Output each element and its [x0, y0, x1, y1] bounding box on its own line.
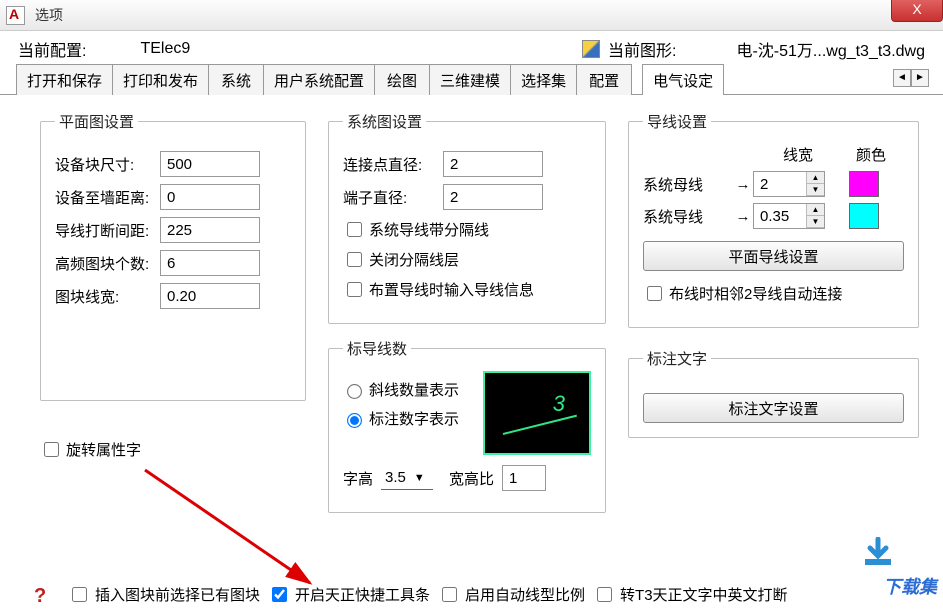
current-drawing-label: 当前图形: — [608, 37, 676, 61]
dim-legend: 标注文字 — [643, 348, 711, 369]
conn-dia-input[interactable] — [443, 151, 543, 177]
wire-group: 导线设置 线宽颜色 系统母线 → ▲▼ 系统导线 → ▲▼ 平面导线设置 布线时… — [628, 111, 919, 328]
lead-radio-slash-label: 斜线数量表示 — [369, 379, 459, 400]
dim-group: 标注文字 标注文字设置 — [628, 348, 919, 438]
rotate-attr-label: 旋转属性字 — [66, 439, 141, 460]
line-color-swatch[interactable] — [849, 203, 879, 229]
tab-6[interactable]: 选择集 — [510, 64, 577, 95]
system-group: 系统图设置 连接点直径: 端子直径: 系统导线带分隔线 关闭分隔线层 布置导线时… — [328, 111, 606, 324]
wire-row2-label: 系统导线 — [643, 206, 733, 227]
bottom-chk1[interactable] — [72, 587, 87, 602]
watermark-icon — [861, 537, 895, 567]
wall-dist-label: 设备至墙距离: — [55, 187, 160, 208]
bottom-chk2[interactable] — [272, 587, 287, 602]
sys-chk3[interactable] — [347, 282, 362, 297]
tab-2[interactable]: 系统 — [208, 64, 264, 95]
block-lw-input[interactable] — [160, 283, 260, 309]
arrow-icon: → — [733, 208, 753, 225]
wire-legend: 导线设置 — [643, 111, 711, 132]
bottom-chk1-label: 插入图块前选择已有图块 — [95, 584, 260, 605]
lead-radio-slash[interactable] — [347, 384, 362, 399]
auto-join-label: 布线时相邻2导线自动连接 — [669, 283, 842, 304]
lead-radio-number[interactable] — [347, 413, 362, 428]
close-button[interactable]: X — [891, 0, 943, 22]
bottom-chk4[interactable] — [597, 587, 612, 602]
lead-radio-number-label: 标注数字表示 — [369, 408, 459, 429]
help-icon[interactable]: ? — [34, 585, 54, 605]
tab-5[interactable]: 三维建模 — [429, 64, 511, 95]
conn-dia-label: 连接点直径: — [343, 154, 443, 175]
wire-col-width: 线宽 — [755, 144, 841, 165]
auto-join-checkbox[interactable] — [647, 286, 662, 301]
zh-select[interactable]: 3.5▼ — [381, 466, 433, 490]
bottom-chk4-label: 转T3天正文字中英文打断 — [620, 584, 788, 605]
current-config-label: 当前配置: — [18, 37, 86, 61]
bottom-options: ? 插入图块前选择已有图块 开启天正快捷工具条 启用自动线型比例 转T3天正文字… — [34, 584, 929, 605]
hf-blocks-input[interactable] — [160, 250, 260, 276]
kgb-input[interactable] — [502, 465, 546, 491]
app-icon — [6, 6, 25, 25]
tab-scroll-right[interactable]: ► — [911, 69, 929, 87]
term-dia-label: 端子直径: — [343, 187, 443, 208]
bottom-chk3[interactable] — [442, 587, 457, 602]
sys-chk1-label: 系统导线带分隔线 — [369, 219, 489, 240]
lead-preview: 3 — [483, 371, 591, 455]
zh-label: 字高 — [343, 468, 373, 489]
wall-dist-input[interactable] — [160, 184, 260, 210]
lead-legend: 标导线数 — [343, 338, 411, 359]
sys-chk2-label: 关闭分隔线层 — [369, 249, 459, 270]
wire-col-color: 颜色 — [841, 144, 901, 165]
tab-0[interactable]: 打开和保存 — [16, 64, 113, 95]
tab-scroll-left[interactable]: ◄ — [893, 69, 911, 87]
system-legend: 系统图设置 — [343, 111, 426, 132]
break-gap-input[interactable] — [160, 217, 260, 243]
block-size-label: 设备块尺寸: — [55, 154, 160, 175]
plan-wire-settings-button[interactable]: 平面导线设置 — [643, 241, 904, 271]
break-gap-label: 导线打断间距: — [55, 220, 160, 241]
tab-8[interactable]: 电气设定 — [642, 64, 724, 95]
lead-group: 标导线数 斜线数量表示 标注数字表示 3 字高 3.5▼ 宽高比 — [328, 338, 606, 513]
current-config-value: TElec9 — [140, 40, 190, 58]
kgb-label: 宽高比 — [449, 468, 494, 489]
rotate-attr-checkbox[interactable] — [44, 442, 59, 457]
hf-blocks-label: 高频图块个数: — [55, 253, 160, 274]
tab-3[interactable]: 用户系统配置 — [263, 64, 375, 95]
tab-bar: 打开和保存打印和发布系统用户系统配置绘图三维建模选择集配置电气设定 ◄ ► — [0, 65, 943, 95]
tab-1[interactable]: 打印和发布 — [112, 64, 209, 95]
sys-chk2[interactable] — [347, 252, 362, 267]
dim-text-settings-button[interactable]: 标注文字设置 — [643, 393, 904, 423]
block-size-input[interactable] — [160, 151, 260, 177]
sys-chk3-label: 布置导线时输入导线信息 — [369, 279, 534, 300]
lead-preview-number: 3 — [553, 391, 565, 417]
tab-7[interactable]: 配置 — [576, 64, 632, 95]
line-width-spinner[interactable]: ▲▼ — [753, 203, 825, 229]
plan-legend: 平面图设置 — [55, 111, 138, 132]
tab-4[interactable]: 绘图 — [374, 64, 430, 95]
current-drawing-value: 电-沈-51万...wg_t3_t3.dwg — [736, 37, 925, 61]
arrow-icon: → — [733, 176, 753, 193]
wire-row1-label: 系统母线 — [643, 174, 733, 195]
bus-width-spinner[interactable]: ▲▼ — [753, 171, 825, 197]
window-title: 选项 — [35, 5, 63, 25]
term-dia-input[interactable] — [443, 184, 543, 210]
bottom-chk3-label: 启用自动线型比例 — [465, 584, 585, 605]
sys-chk1[interactable] — [347, 222, 362, 237]
bottom-chk2-label: 开启天正快捷工具条 — [295, 584, 430, 605]
plan-group: 平面图设置 设备块尺寸: 设备至墙距离: 导线打断间距: 高频图块个数: 图块线… — [40, 111, 306, 401]
block-lw-label: 图块线宽: — [55, 286, 160, 307]
drawing-icon — [582, 40, 600, 58]
bus-color-swatch[interactable] — [849, 171, 879, 197]
